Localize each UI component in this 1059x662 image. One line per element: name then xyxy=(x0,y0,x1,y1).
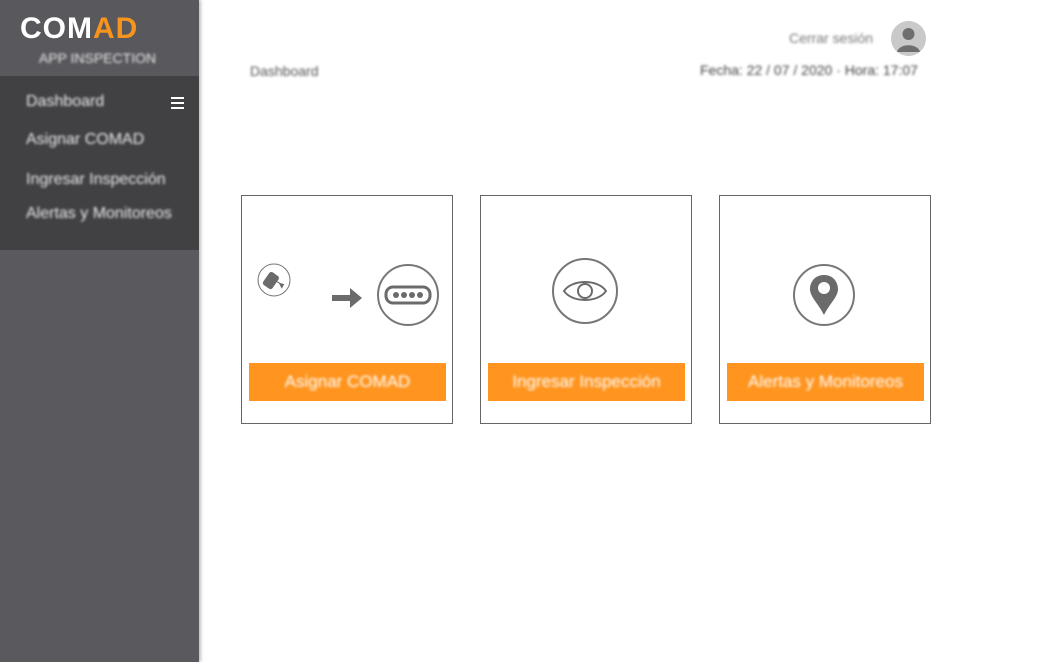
sidebar: COMAD APP INSPECTION Dashboard Asignar C… xyxy=(0,0,199,662)
card-ingresar-inspeccion: Ingresar Inspección xyxy=(480,195,692,424)
brand-header: COMAD APP INSPECTION xyxy=(0,0,199,76)
location-pin-icon xyxy=(793,264,855,326)
eye-icon xyxy=(552,258,618,324)
app-window: COMAD APP INSPECTION Dashboard Asignar C… xyxy=(0,0,1059,662)
card-asignar-comad: Asignar COMAD xyxy=(241,195,453,424)
asignar-comad-button[interactable]: Asignar COMAD xyxy=(249,363,446,401)
card-alertas-monitoreos: Alertas y Monitoreos xyxy=(719,195,931,424)
alertas-monitoreos-button[interactable]: Alertas y Monitoreos xyxy=(727,363,924,401)
date-time: Fecha: 22 / 07 / 2020 · Hora: 17:07 xyxy=(700,62,918,78)
app-subtitle: APP INSPECTION xyxy=(38,50,157,66)
ingresar-inspeccion-button-label: Ingresar Inspección xyxy=(512,372,661,391)
asignar-comad-button-label: Asignar COMAD xyxy=(284,372,411,391)
logo-text-ad: AD xyxy=(93,12,139,45)
sidebar-item-ingresar-inspeccion[interactable]: Ingresar Inspección xyxy=(26,171,166,189)
logout-link[interactable]: Cerrar sesión xyxy=(789,30,873,46)
device-slot-icon xyxy=(377,264,439,326)
device-icon xyxy=(257,263,291,297)
sidebar-item-dashboard[interactable]: Dashboard xyxy=(26,93,104,111)
alertas-monitoreos-button-label: Alertas y Monitoreos xyxy=(748,372,903,391)
logo-text-com: COM xyxy=(20,12,93,45)
logo: COMAD xyxy=(20,12,138,46)
user-avatar-icon[interactable] xyxy=(891,21,926,56)
arrow-right-icon xyxy=(332,288,362,308)
hamburger-menu-icon[interactable] xyxy=(171,97,184,110)
ingresar-inspeccion-button[interactable]: Ingresar Inspección xyxy=(488,363,685,401)
sidebar-item-alertas-monitoreos[interactable]: Alertas y Monitoreos xyxy=(26,205,172,223)
sidebar-item-asignar-comad[interactable]: Asignar COMAD xyxy=(26,131,144,149)
breadcrumb: Dashboard xyxy=(250,63,319,79)
